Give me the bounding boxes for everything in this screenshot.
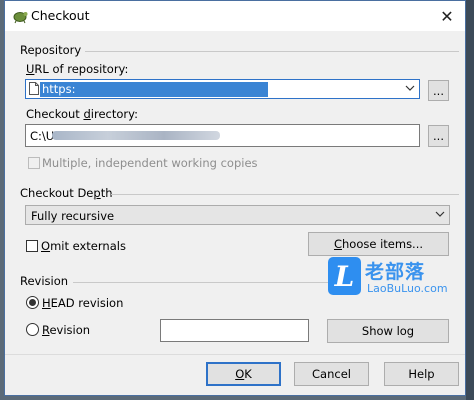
- laobuluo-logo: L: [328, 257, 361, 295]
- revision-group-label: Revision: [20, 274, 69, 288]
- depth-select-value: Fully recursive: [31, 209, 115, 223]
- show-log-button[interactable]: Show log: [327, 319, 449, 343]
- url-label: URL of repository:: [26, 62, 129, 76]
- footer-divider: [5, 354, 465, 355]
- multiple-working-copies-label: Multiple, independent working copies: [42, 156, 258, 170]
- repository-group-label: Repository: [20, 43, 82, 57]
- choose-items-button[interactable]: Choose items...: [308, 232, 449, 256]
- checkout-directory-label: Checkout directory:: [26, 107, 138, 121]
- head-revision-radio[interactable]: [26, 296, 39, 309]
- title-bar: Checkout ✕: [5, 1, 465, 31]
- watermark-chinese-text: 老部落: [365, 261, 426, 283]
- checkout-dialog: Checkout ✕ Repository URL of repository:…: [4, 0, 466, 396]
- omit-externals-checkbox[interactable]: [26, 240, 38, 252]
- choose-items-label: Choose items...: [333, 237, 424, 251]
- close-icon: ✕: [440, 6, 454, 26]
- url-combobox[interactable]: https:: [25, 79, 420, 99]
- repository-group-divider: [85, 51, 459, 52]
- watermark-site-text: LaoBuLuo.com: [367, 282, 448, 295]
- depth-group-divider: [111, 194, 459, 195]
- chevron-down-icon: [405, 85, 415, 91]
- cancel-button[interactable]: Cancel: [294, 362, 369, 386]
- checkout-directory-value: C:\U: [30, 129, 55, 143]
- redacted-path: [52, 131, 220, 140]
- multiple-working-copies-checkbox[interactable]: [28, 157, 40, 169]
- ok-button[interactable]: OK: [206, 362, 281, 386]
- close-button[interactable]: ✕: [429, 1, 465, 31]
- directory-browse-button[interactable]: ...: [428, 125, 449, 147]
- chevron-down-icon: [435, 211, 445, 217]
- head-revision-label: HEAD revision: [42, 296, 124, 310]
- tortoise-app-icon: [13, 12, 28, 24]
- document-icon: [29, 82, 39, 95]
- url-browse-button[interactable]: ...: [428, 80, 449, 101]
- help-button[interactable]: Help: [384, 362, 459, 386]
- omit-externals-label: Omit externals: [41, 239, 126, 253]
- specific-revision-label: Revision: [42, 323, 91, 337]
- checkout-directory-input[interactable]: C:\U: [25, 124, 420, 147]
- depth-select[interactable]: Fully recursive: [25, 205, 450, 225]
- ok-label: OK: [235, 367, 252, 381]
- revision-number-input[interactable]: [160, 319, 309, 342]
- url-input-value: https:: [40, 82, 268, 97]
- checkout-depth-label: Checkout Depth: [20, 186, 113, 200]
- window-title: Checkout: [31, 8, 90, 23]
- specific-revision-radio[interactable]: [26, 323, 39, 336]
- revision-group-divider: [73, 282, 335, 283]
- desktop-edge: [466, 0, 474, 400]
